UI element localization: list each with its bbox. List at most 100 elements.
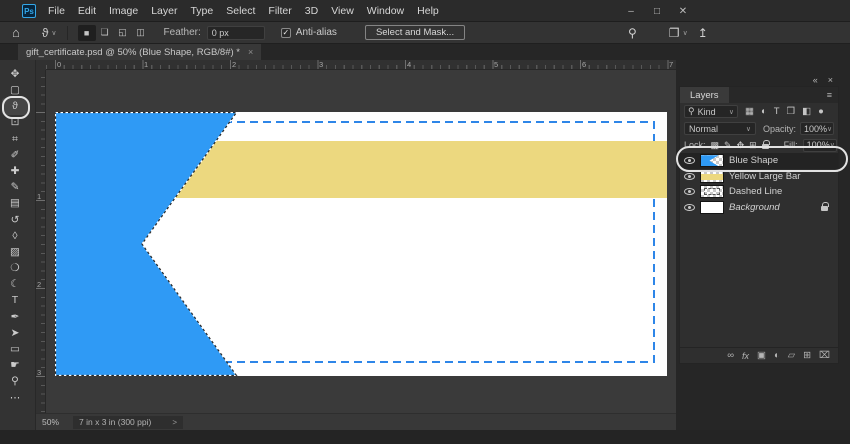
new-selection-button[interactable]: ■ <box>77 24 96 41</box>
lock-all-icon[interactable] <box>761 140 770 149</box>
zoom-tool[interactable]: ⚲ <box>2 374 28 390</box>
close-button[interactable]: ✕ <box>670 0 696 22</box>
edit-toolbar-button[interactable]: ⋯ <box>2 390 28 406</box>
blur-tool[interactable]: ❍ <box>2 260 28 276</box>
brush-tool[interactable]: ✎ <box>2 179 28 195</box>
gradient-tool[interactable]: ▨ <box>2 244 28 260</box>
search-icon[interactable]: ⚲ <box>628 27 637 39</box>
document-dimensions: 7 in x 3 in (300 ppi) <box>79 417 152 427</box>
dodge-tool[interactable]: ☾ <box>2 276 28 292</box>
menu-window[interactable]: Window <box>367 5 404 17</box>
select-and-mask-button[interactable]: Select and Mask... <box>364 25 466 40</box>
share-icon[interactable]: ↥ <box>698 27 708 39</box>
crop-tool[interactable]: ⌗ <box>2 131 28 147</box>
lock-transparent-pixels-icon[interactable]: ▩ <box>711 140 720 151</box>
layer-visibility-eye-icon[interactable] <box>684 172 695 180</box>
add-to-selection-button[interactable]: ❏ <box>96 25 114 41</box>
eyedropper-tool[interactable]: ✐ <box>2 147 28 163</box>
hand-tool[interactable]: ☛ <box>2 357 28 373</box>
rectangular-marquee-tool[interactable]: ▢ <box>2 82 28 98</box>
layer-visibility-eye-icon[interactable] <box>684 203 695 211</box>
lock-row: Lock: ▩ ✎ ✥ ⊞ Fill: 100% ∨ <box>680 137 838 153</box>
lock-artboard-icon[interactable]: ⊞ <box>749 140 757 151</box>
menu-edit[interactable]: Edit <box>78 5 96 17</box>
lasso-tool[interactable]: ϑ <box>2 98 28 115</box>
link-layers-icon[interactable]: ∞ <box>727 350 734 361</box>
lock-image-pixels-icon[interactable]: ✎ <box>724 140 732 151</box>
lock-position-icon[interactable]: ✥ <box>737 140 745 151</box>
new-group-icon[interactable]: ▱ <box>788 350 795 361</box>
intersect-selection-button[interactable]: ◫ <box>132 25 150 41</box>
layer-row-yellow-large-bar[interactable]: Yellow Large Bar <box>680 169 838 185</box>
subtract-from-selection-button[interactable]: ◱ <box>114 25 132 41</box>
vertical-ruler[interactable]: 1 2 3 <box>36 70 46 413</box>
chevron-right-icon[interactable]: > <box>172 418 177 427</box>
delete-layer-icon[interactable]: ⌧ <box>819 350 830 361</box>
maximize-button[interactable]: □ <box>644 0 670 22</box>
shape-layer-filter-icon[interactable]: ❒ <box>787 106 796 117</box>
menu-view[interactable]: View <box>331 5 354 17</box>
active-tool-preset[interactable]: ϑ ∨ <box>42 27 57 39</box>
layer-thumbnail[interactable] <box>700 185 724 199</box>
menu-layer[interactable]: Layer <box>151 5 177 17</box>
clone-stamp-tool[interactable]: ▤ <box>2 196 28 212</box>
history-brush-tool[interactable]: ↺ <box>2 212 28 228</box>
layer-row-background[interactable]: Background <box>680 200 838 216</box>
panel-dock-header: « × <box>679 74 839 86</box>
layer-effects-icon[interactable]: fx <box>742 351 749 361</box>
fill-dropdown[interactable]: 100% ∨ <box>802 138 837 152</box>
object-selection-tool[interactable]: ⊡ <box>2 115 28 131</box>
filter-toggle-icon[interactable]: ● <box>818 106 824 117</box>
filter-kind-dropdown[interactable]: ⚲ Kind ∨ <box>684 105 738 118</box>
menu-file[interactable]: File <box>48 5 65 17</box>
horizontal-ruler[interactable]: 0 1 2 3 4 5 6 7 <box>46 60 676 70</box>
menu-filter[interactable]: Filter <box>268 5 291 17</box>
type-layer-filter-icon[interactable]: T <box>774 106 780 117</box>
type-tool[interactable]: T <box>2 293 28 309</box>
blend-mode-dropdown[interactable]: Normal ∨ <box>684 122 756 135</box>
feather-input[interactable]: 0 px <box>206 25 265 40</box>
menu-3d[interactable]: 3D <box>305 5 318 17</box>
layer-row-dashed-line[interactable]: Dashed Line <box>680 184 838 200</box>
close-panel-icon[interactable]: × <box>828 75 833 85</box>
new-adjustment-layer-icon[interactable]: ◐ <box>774 350 780 361</box>
zoom-level[interactable]: 50% <box>42 417 59 427</box>
healing-brush-tool[interactable]: ✚ <box>2 163 28 179</box>
chevron-down-icon: ∨ <box>829 142 835 149</box>
menu-select[interactable]: Select <box>226 5 255 17</box>
ruler-number: 1 <box>37 192 42 201</box>
add-layer-mask-icon[interactable]: ▣ <box>757 350 766 361</box>
tab-close-icon[interactable]: × <box>248 47 253 57</box>
layer-visibility-eye-icon[interactable] <box>684 188 695 196</box>
lasso-tool-icon: ϑ <box>41 25 49 40</box>
document-tab[interactable]: gift_certificate.psd @ 50% (Blue Shape, … <box>18 44 262 60</box>
menu-help[interactable]: Help <box>417 5 439 17</box>
collapse-panels-icon[interactable]: « <box>813 75 818 85</box>
anti-alias-checkbox[interactable]: ✓ <box>280 27 291 38</box>
chevron-down-icon: ∨ <box>51 29 57 37</box>
document-info-field[interactable]: 7 in x 3 in (300 ppi) > <box>73 415 184 429</box>
layer-thumbnail[interactable] <box>700 154 724 168</box>
document-canvas[interactable] <box>54 111 667 377</box>
opacity-dropdown[interactable]: 100% ∨ <box>800 122 834 135</box>
path-selection-tool[interactable]: ➤ <box>2 325 28 341</box>
panel-menu-icon[interactable]: ≡ <box>827 90 832 100</box>
menu-image[interactable]: Image <box>109 5 138 17</box>
tab-layers[interactable]: Layers <box>680 87 729 103</box>
eraser-tool[interactable]: ◊ <box>2 228 28 244</box>
menu-type[interactable]: Type <box>190 5 213 17</box>
pixel-layer-filter-icon[interactable]: ▦ <box>745 106 754 117</box>
adjustment-layer-filter-icon[interactable]: ◐ <box>761 106 767 117</box>
workspace-switcher[interactable]: ❐ ∨ <box>669 27 688 39</box>
smart-object-filter-icon[interactable]: ◧ <box>802 106 811 117</box>
layer-visibility-eye-icon[interactable] <box>684 157 695 165</box>
layer-thumbnail[interactable] <box>700 200 724 214</box>
layer-thumbnail[interactable] <box>700 169 724 183</box>
home-icon[interactable]: ⌂ <box>12 26 20 39</box>
rectangle-tool[interactable]: ▭ <box>2 341 28 357</box>
minimize-button[interactable]: – <box>618 0 644 22</box>
move-tool[interactable]: ✥ <box>2 66 28 82</box>
layer-row-blue-shape[interactable]: Blue Shape <box>680 153 838 169</box>
new-layer-icon[interactable]: ⊞ <box>803 350 811 361</box>
pen-tool[interactable]: ✒ <box>2 309 28 325</box>
